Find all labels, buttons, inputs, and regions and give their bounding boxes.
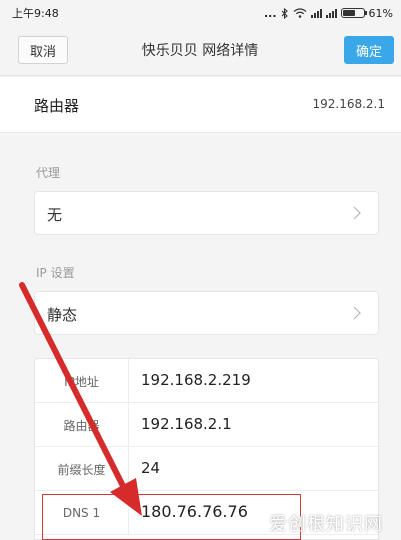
red-arrow	[19, 282, 142, 516]
watermark: 爱创根知识网	[269, 514, 383, 535]
